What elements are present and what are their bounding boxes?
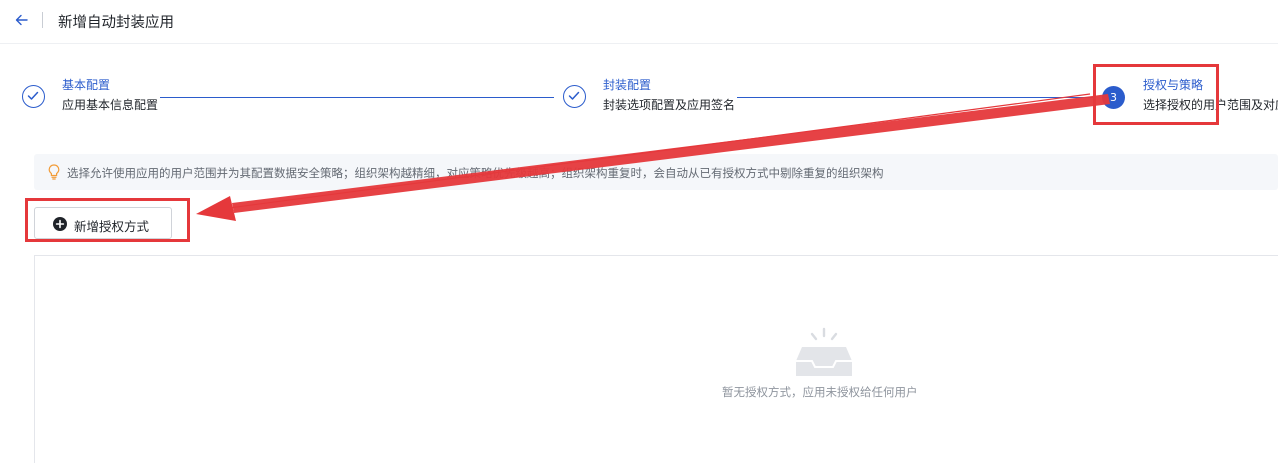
info-banner: 选择允许使用应用的用户范围并为其配置数据安全策略；组织架构越精细，对应策略优先级…	[34, 154, 1278, 190]
header-divider	[42, 12, 43, 28]
checkmark-icon	[568, 91, 580, 100]
page-header: 新增自动封装应用	[0, 0, 1278, 44]
lightbulb-icon	[48, 164, 60, 180]
annotation-highlight-add-button	[25, 198, 190, 242]
step-title: 封装配置	[603, 78, 652, 92]
step-done-icon	[563, 85, 586, 108]
info-text: 选择允许使用应用的用户范围并为其配置数据安全策略；组织架构越精细，对应策略优先级…	[67, 166, 884, 180]
empty-inbox-icon	[796, 327, 852, 376]
step-wrap-config[interactable]: 封装配置 封装选项配置及应用签名	[563, 74, 743, 118]
page-title: 新增自动封装应用	[58, 15, 174, 31]
step-description: 封装选项配置及应用签名	[603, 98, 736, 112]
step-connector-1	[160, 97, 554, 98]
checkmark-icon	[27, 91, 39, 100]
step-basic-config[interactable]: 基本配置 应用基本信息配置	[22, 74, 162, 118]
step-description: 应用基本信息配置	[62, 98, 159, 112]
step-done-icon	[22, 85, 45, 108]
arrow-left-icon[interactable]	[15, 11, 29, 29]
step-connector-2	[737, 97, 1095, 98]
authorization-list-panel	[34, 255, 1278, 463]
empty-state-text: 暂无授权方式，应用未授权给任何用户	[722, 385, 918, 399]
annotation-highlight-step3	[1093, 64, 1219, 125]
step-title: 基本配置	[62, 78, 111, 92]
